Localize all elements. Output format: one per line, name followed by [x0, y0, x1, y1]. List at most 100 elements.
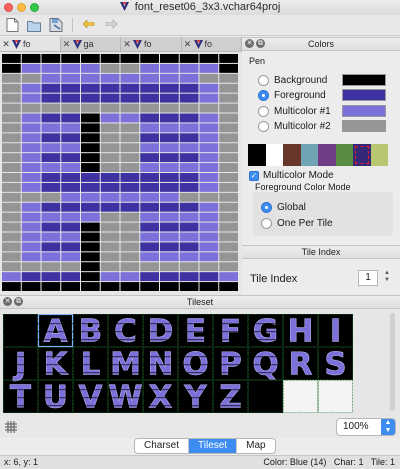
pixel-cell[interactable]: [2, 262, 21, 272]
palette-swatch[interactable]: [265, 144, 283, 166]
pixel-cell[interactable]: [2, 252, 21, 262]
pixel-cell[interactable]: [219, 192, 238, 202]
pixel-cell[interactable]: [61, 113, 80, 123]
pixel-cell[interactable]: [160, 222, 179, 232]
pixel-cell[interactable]: [120, 282, 140, 291]
pixel-cell[interactable]: [21, 173, 41, 182]
pixel-cell[interactable]: [160, 73, 179, 83]
pixel-cell[interactable]: [100, 63, 120, 73]
pixel-cell[interactable]: [179, 252, 199, 262]
pixel-cell[interactable]: [81, 163, 100, 172]
radio-button[interactable]: [258, 105, 269, 117]
pixel-cell[interactable]: [41, 113, 61, 123]
document-tab[interactable]: ✕ fo: [181, 37, 242, 51]
pixel-cell[interactable]: [41, 103, 61, 113]
pixel-cell[interactable]: [199, 272, 219, 282]
pixel-cell[interactable]: [120, 232, 140, 242]
pixel-cell[interactable]: [2, 242, 21, 252]
pixel-cell[interactable]: [21, 182, 41, 192]
pen-multicolor2-swatch[interactable]: [342, 120, 386, 132]
pixel-cell[interactable]: [2, 163, 21, 172]
pixel-cell[interactable]: [2, 202, 21, 212]
pixel-cell[interactable]: [219, 222, 238, 232]
pixel-cell[interactable]: [2, 173, 21, 182]
pixel-cell[interactable]: [120, 83, 140, 93]
one-per-tile-radio[interactable]: One Per Tile: [261, 216, 333, 230]
pixel-cell[interactable]: [81, 202, 100, 212]
pixel-cell[interactable]: [61, 242, 80, 252]
pixel-cell[interactable]: [81, 153, 100, 163]
pixel-cell[interactable]: [41, 212, 61, 222]
charset-view-button[interactable]: Charset: [135, 439, 190, 453]
pen-multicolor1-radio[interactable]: Multicolor #1: [258, 104, 331, 118]
pixel-cell[interactable]: [100, 93, 120, 103]
multicolor-mode-checkbox[interactable]: ✓ Multicolor Mode: [249, 170, 334, 181]
pixel-cell[interactable]: [21, 63, 41, 73]
pixel-cell[interactable]: [199, 93, 219, 103]
pixel-cell[interactable]: [219, 93, 238, 103]
pixel-cell[interactable]: [21, 222, 41, 232]
pixel-cell[interactable]: [179, 222, 199, 232]
pixel-cell[interactable]: [219, 153, 238, 163]
pixel-cell[interactable]: [2, 272, 21, 282]
pixel-cell[interactable]: [140, 252, 159, 262]
close-tab-icon[interactable]: ✕: [184, 39, 192, 50]
pixel-cell[interactable]: [219, 173, 238, 182]
pixel-cell[interactable]: [160, 133, 179, 143]
pixel-cell[interactable]: [100, 143, 120, 153]
pixel-cell[interactable]: [140, 73, 159, 83]
pixel-cell[interactable]: [219, 242, 238, 252]
pixel-cell[interactable]: [179, 123, 199, 133]
pixel-cell[interactable]: [199, 252, 219, 262]
pixel-cell[interactable]: [61, 123, 80, 133]
pixel-cell[interactable]: [81, 182, 100, 192]
pixel-cell[interactable]: [120, 54, 140, 63]
pixel-cell[interactable]: [41, 153, 61, 163]
document-tab[interactable]: ✕ ga: [60, 37, 121, 51]
pixel-cell[interactable]: [21, 143, 41, 153]
pixel-cell[interactable]: [21, 83, 41, 93]
pixel-cell[interactable]: [100, 133, 120, 143]
pixel-cell[interactable]: [2, 192, 21, 202]
pixel-cell[interactable]: [140, 133, 159, 143]
pixel-cell[interactable]: [41, 54, 61, 63]
pixel-cell[interactable]: [100, 212, 120, 222]
pixel-cell[interactable]: [140, 173, 159, 182]
pixel-cell[interactable]: [199, 182, 219, 192]
tileset-scrollbar[interactable]: [390, 313, 395, 411]
pixel-cell[interactable]: [21, 163, 41, 172]
pixel-cell[interactable]: [140, 163, 159, 172]
pixel-cell[interactable]: [2, 282, 21, 291]
pixel-cell[interactable]: [61, 182, 80, 192]
close-tab-icon[interactable]: ✕: [63, 39, 71, 50]
pixel-cell[interactable]: [41, 73, 61, 83]
pixel-cell[interactable]: [100, 262, 120, 272]
pixel-cell[interactable]: [81, 63, 100, 73]
pixel-cell[interactable]: [81, 252, 100, 262]
pixel-cell[interactable]: [61, 282, 80, 291]
save-file-icon[interactable]: [48, 17, 64, 33]
pixel-cell[interactable]: [61, 63, 80, 73]
pixel-cell[interactable]: [140, 153, 159, 163]
pixel-cell[interactable]: [61, 83, 80, 93]
pixel-cell[interactable]: [219, 202, 238, 212]
pixel-cell[interactable]: [21, 232, 41, 242]
pixel-cell[interactable]: [41, 133, 61, 143]
tile-index-input[interactable]: 1: [358, 270, 378, 286]
pixel-cell[interactable]: [140, 202, 159, 212]
pixel-cell[interactable]: [140, 242, 159, 252]
pixel-cell[interactable]: [160, 163, 179, 172]
pixel-cell[interactable]: [160, 262, 179, 272]
pixel-cell[interactable]: [219, 272, 238, 282]
pixel-cell[interactable]: [21, 103, 41, 113]
document-tab[interactable]: ✕ fo: [0, 37, 61, 51]
document-tab[interactable]: ✕ fo: [121, 37, 182, 51]
pixel-cell[interactable]: [81, 123, 100, 133]
pixel-cell[interactable]: [199, 54, 219, 63]
map-view-button[interactable]: Map: [237, 439, 274, 453]
pixel-cell[interactable]: [61, 143, 80, 153]
pixel-cell[interactable]: [2, 143, 21, 153]
pixel-cell[interactable]: [2, 222, 21, 232]
pixel-cell[interactable]: [100, 153, 120, 163]
pixel-cell[interactable]: [2, 73, 21, 83]
